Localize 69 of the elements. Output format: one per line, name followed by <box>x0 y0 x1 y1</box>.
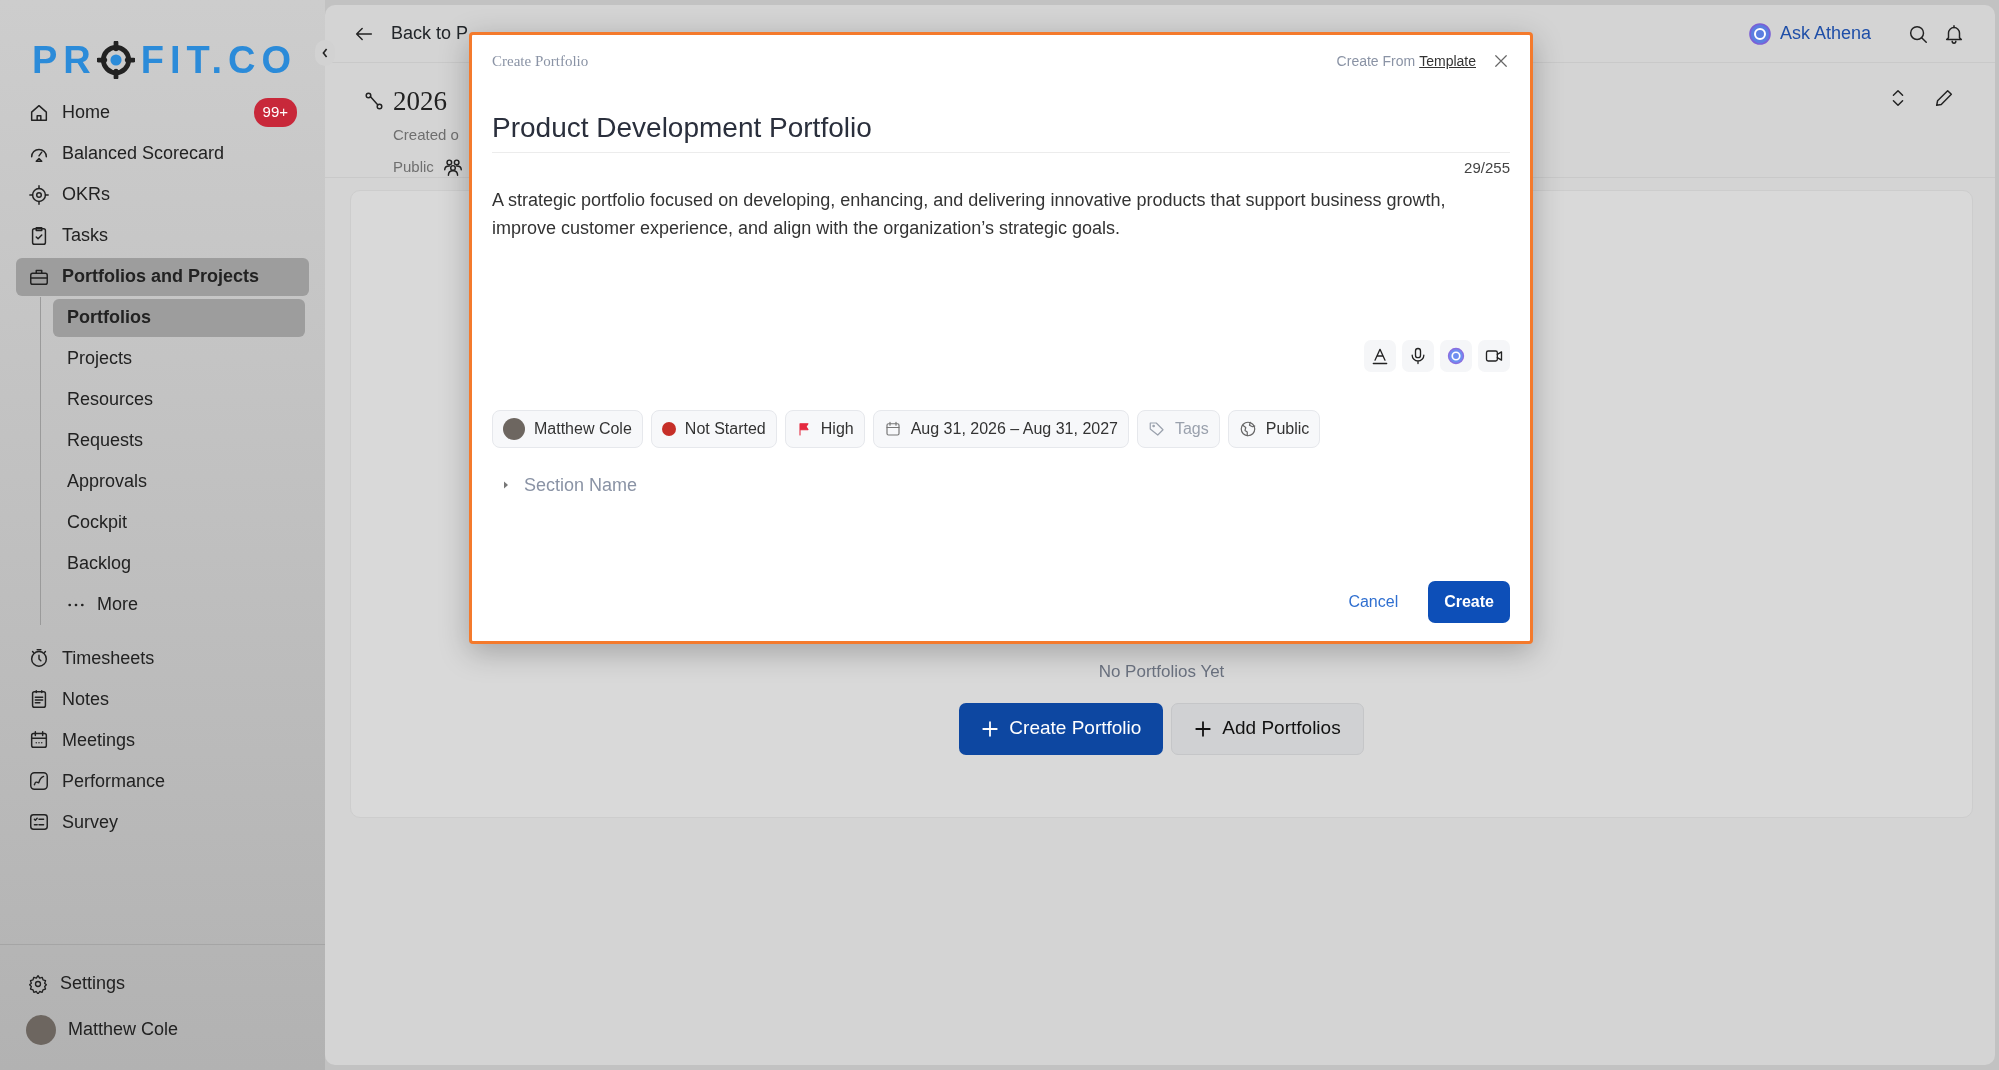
video-camera-button[interactable] <box>1478 339 1510 372</box>
sidebar-item[interactable]: OKRs <box>16 175 309 214</box>
logo-text: FIT.CO <box>140 37 298 83</box>
calendar-icon <box>28 729 50 751</box>
sidebar-subitem[interactable]: Cockpit <box>53 503 305 542</box>
empty-message: No Portfolios Yet <box>1098 661 1225 683</box>
avatar <box>26 1014 56 1045</box>
visibility-chip[interactable]: Public <box>1227 409 1321 448</box>
sidebar-subitem[interactable]: Resources <box>53 380 305 419</box>
page-title: 2026 <box>393 85 447 118</box>
target-logo-icon <box>96 41 135 79</box>
plus-icon <box>981 719 1000 738</box>
logo-text: PR <box>32 37 97 83</box>
sidebar-item[interactable]: Timesheets <box>16 639 309 677</box>
cancel-button[interactable]: Cancel <box>1348 590 1399 614</box>
create-button[interactable]: Create <box>1428 581 1510 623</box>
user-profile[interactable]: Matthew Cole <box>16 1010 309 1049</box>
back-link[interactable]: Back to P <box>353 20 469 47</box>
sidebar-item[interactable]: Performance <box>16 762 309 800</box>
target-icon <box>28 183 50 206</box>
chevron-left-icon <box>321 46 329 60</box>
ask-athena-link[interactable]: Ask Athena <box>1747 20 1871 47</box>
dialog-title: Create Portfolio <box>492 51 589 71</box>
line-chart-icon <box>28 770 50 792</box>
created-info: Created o <box>393 124 460 145</box>
sidebar-subitem[interactable]: More <box>53 585 305 624</box>
close-icon[interactable] <box>1492 52 1510 70</box>
sidebar-item[interactable]: Balanced Scorecard <box>16 134 309 173</box>
settings-item[interactable]: Settings <box>16 964 309 1003</box>
template-link[interactable]: Template <box>1419 50 1476 72</box>
calendar-icon <box>883 419 902 438</box>
bell-icon[interactable] <box>1943 22 1965 45</box>
sidebar-subitem[interactable]: Projects <box>53 339 305 378</box>
text-format-button[interactable] <box>1364 339 1396 372</box>
visibility-label: Public <box>393 157 434 177</box>
sidebar-item[interactable]: Notes <box>16 680 309 718</box>
create-from-label: Create From <box>1336 51 1416 71</box>
priority-chip[interactable]: High <box>784 409 865 448</box>
assistant-icon <box>1446 345 1466 366</box>
checklist-icon <box>28 811 50 833</box>
add-portfolios-button[interactable]: Add Portfolios <box>1171 702 1364 755</box>
people-icon <box>441 156 464 179</box>
tag-icon <box>1147 419 1166 438</box>
route-icon <box>363 90 385 113</box>
sidebar-item[interactable]: Home 99+ <box>16 93 309 132</box>
sidebar-subitem[interactable]: Requests <box>53 421 305 460</box>
status-chip[interactable]: Not Started <box>650 409 777 448</box>
microphone-button[interactable] <box>1402 339 1434 372</box>
sidebar-subitem[interactable]: Portfolios <box>53 298 305 337</box>
sidebar-subitem[interactable]: Approvals <box>53 462 305 501</box>
character-counter: 29/255 <box>1464 158 1510 178</box>
notification-count: 99+ <box>253 98 297 127</box>
assistant-icon <box>1747 21 1772 46</box>
sidebar-item[interactable]: Survey <box>16 803 309 841</box>
pencil-icon[interactable] <box>1933 87 1955 109</box>
sidebar-item[interactable]: Portfolios and Projects <box>16 257 309 296</box>
date-chip[interactable]: Aug 31, 2026 – Aug 31, 2027 <box>872 409 1129 448</box>
more-icon <box>67 602 85 607</box>
owner-chip[interactable]: Matthew Cole <box>492 409 643 448</box>
plus-icon <box>1194 719 1213 738</box>
globe-icon <box>1238 419 1257 438</box>
gear-icon <box>28 973 48 994</box>
sidebar-item[interactable]: Meetings <box>16 721 309 759</box>
assistant-button[interactable] <box>1440 339 1472 372</box>
stopwatch-icon <box>28 647 50 669</box>
sidebar-subitem[interactable]: Backlog <box>53 544 305 583</box>
avatar <box>503 417 525 440</box>
sidebar-item[interactable]: Tasks <box>16 216 309 255</box>
create-portfolio-button[interactable]: Create Portfolio <box>959 702 1164 755</box>
